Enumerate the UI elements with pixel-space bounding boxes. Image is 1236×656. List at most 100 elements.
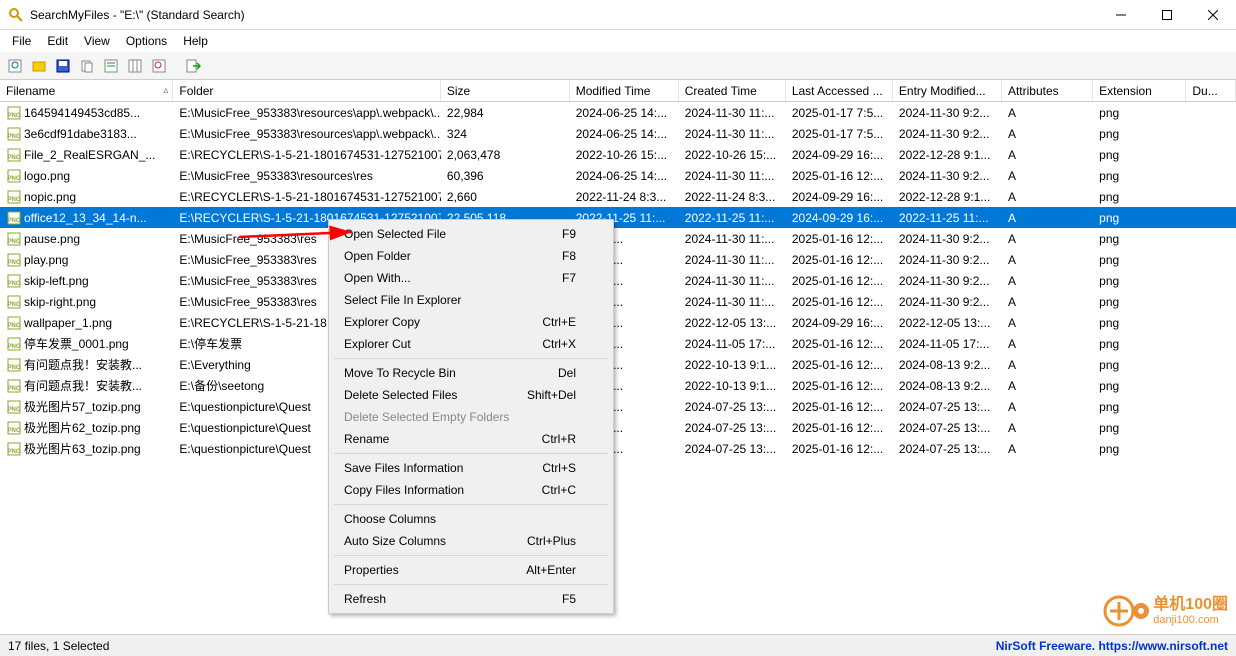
file-icon: PNG — [6, 357, 22, 373]
context-menu-item[interactable]: Open Selected FileF9 — [332, 223, 610, 245]
table-row[interactable]: PNGskip-right.pngE:\MusicFree_953383\res… — [0, 291, 1236, 312]
cell: A — [1002, 232, 1093, 246]
context-menu-item[interactable]: Save Files InformationCtrl+S — [332, 457, 610, 479]
file-icon: PNG — [6, 378, 22, 394]
properties-button[interactable] — [100, 55, 122, 77]
column-header[interactable]: Attributes — [1002, 80, 1093, 101]
menu-view[interactable]: View — [76, 32, 118, 50]
cell: png — [1093, 211, 1186, 225]
context-menu-item[interactable]: Choose Columns — [332, 508, 610, 530]
context-menu-item[interactable]: Open With...F7 — [332, 267, 610, 289]
table-row[interactable]: PNGnopic.pngE:\RECYCLER\S-1-5-21-1801674… — [0, 186, 1236, 207]
file-list[interactable]: PNG164594149453cd85...E:\MusicFree_95338… — [0, 102, 1236, 630]
context-menu-item[interactable]: Move To Recycle BinDel — [332, 362, 610, 384]
menu-item-label: Refresh — [344, 592, 386, 606]
svg-text:PNG: PNG — [7, 218, 20, 224]
column-header[interactable]: Du... — [1186, 80, 1236, 101]
svg-text:PNG: PNG — [7, 176, 20, 182]
cell: 2024-11-30 9:2... — [893, 106, 1002, 120]
menu-item-label: Delete Selected Empty Folders — [344, 410, 509, 424]
column-header[interactable]: Modified Time — [570, 80, 679, 101]
menu-file[interactable]: File — [4, 32, 39, 50]
columns-button[interactable] — [124, 55, 146, 77]
menu-separator — [334, 504, 608, 505]
table-row[interactable]: PNGskip-left.pngE:\MusicFree_953383\res-… — [0, 270, 1236, 291]
menu-help[interactable]: Help — [175, 32, 216, 50]
table-row[interactable]: PNGwallpaper_1.pngE:\RECYCLER\S-1-5-21-1… — [0, 312, 1236, 333]
cell: 2024-11-30 9:2... — [893, 274, 1002, 288]
cell: PNGskip-right.png — [0, 294, 173, 310]
cell: A — [1002, 358, 1093, 372]
cell: 2022-11-25 11:... — [893, 211, 1002, 225]
watermark-url: danji100.com — [1153, 614, 1228, 626]
column-header[interactable]: Folder — [173, 80, 440, 101]
cell: 2024-11-30 11:... — [679, 295, 786, 309]
maximize-button[interactable] — [1144, 0, 1190, 30]
table-row[interactable]: PNG极光图片62_tozip.pngE:\questionpicture\Qu… — [0, 417, 1236, 438]
cell: 2024-06-25 14:... — [570, 169, 679, 183]
context-menu-item[interactable]: Delete Selected FilesShift+Del — [332, 384, 610, 406]
table-row[interactable]: PNG极光图片63_tozip.pngE:\questionpicture\Qu… — [0, 438, 1236, 459]
menubar: File Edit View Options Help — [0, 30, 1236, 52]
cell: 2025-01-16 12:... — [786, 274, 893, 288]
column-headers: Filename▵FolderSizeModified TimeCreated … — [0, 80, 1236, 102]
minimize-button[interactable] — [1098, 0, 1144, 30]
context-menu-item[interactable]: Copy Files InformationCtrl+C — [332, 479, 610, 501]
context-menu-item[interactable]: Explorer CopyCtrl+E — [332, 311, 610, 333]
column-header[interactable]: Entry Modified... — [893, 80, 1002, 101]
context-menu: Open Selected FileF9Open FolderF8Open Wi… — [328, 219, 614, 614]
context-menu-item[interactable]: Open FolderF8 — [332, 245, 610, 267]
statusbar: 17 files, 1 Selected NirSoft Freeware. h… — [0, 634, 1236, 656]
search-params-button[interactable] — [4, 55, 26, 77]
svg-text:PNG: PNG — [7, 344, 20, 350]
svg-text:PNG: PNG — [7, 155, 20, 161]
column-header[interactable]: Size — [441, 80, 570, 101]
file-icon: PNG — [6, 189, 22, 205]
save-button[interactable] — [52, 55, 74, 77]
table-row[interactable]: PNG极光图片57_tozip.pngE:\questionpicture\Qu… — [0, 396, 1236, 417]
table-row[interactable]: PNGoffice12_13_34_14-n...E:\RECYCLER\S-1… — [0, 207, 1236, 228]
close-button[interactable] — [1190, 0, 1236, 30]
menu-item-shortcut: Shift+Del — [527, 388, 576, 402]
cell: 2024-07-25 13:... — [679, 421, 786, 435]
stop-button[interactable] — [28, 55, 50, 77]
table-row[interactable]: PNG3e6cdf91dabe3183...E:\MusicFree_95338… — [0, 123, 1236, 144]
cell: A — [1002, 253, 1093, 267]
find-button[interactable] — [148, 55, 170, 77]
cell: 2025-01-16 12:... — [786, 232, 893, 246]
table-row[interactable]: PNG有问题点我！安装教...E:\Everything-02 17:...20… — [0, 354, 1236, 375]
table-row[interactable]: PNGplay.pngE:\MusicFree_953383\res-25 14… — [0, 249, 1236, 270]
cell: 2022-10-26 15:... — [570, 148, 679, 162]
copy-button[interactable] — [76, 55, 98, 77]
file-icon: PNG — [6, 147, 22, 163]
table-row[interactable]: PNGpause.pngE:\MusicFree_953383\res-25 1… — [0, 228, 1236, 249]
cell: png — [1093, 190, 1186, 204]
cell: 2024-09-29 16:... — [786, 211, 893, 225]
table-row[interactable]: PNGlogo.pngE:\MusicFree_953383\resources… — [0, 165, 1236, 186]
menu-options[interactable]: Options — [118, 32, 175, 50]
menu-edit[interactable]: Edit — [39, 32, 76, 50]
table-row[interactable]: PNG164594149453cd85...E:\MusicFree_95338… — [0, 102, 1236, 123]
cell: PNGnopic.png — [0, 189, 173, 205]
column-header[interactable]: Last Accessed ... — [786, 80, 893, 101]
table-row[interactable]: PNGFile_2_RealESRGAN_...E:\RECYCLER\S-1-… — [0, 144, 1236, 165]
file-icon: PNG — [6, 294, 22, 310]
context-menu-item[interactable]: Auto Size ColumnsCtrl+Plus — [332, 530, 610, 552]
table-row[interactable]: PNG有问题点我！安装教...E:\备份\seetong-02 17:...20… — [0, 375, 1236, 396]
status-link[interactable]: NirSoft Freeware. https://www.nirsoft.ne… — [996, 639, 1228, 653]
exit-button[interactable] — [182, 55, 204, 77]
context-menu-item[interactable]: Explorer CutCtrl+X — [332, 333, 610, 355]
cell: 2024-11-05 17:... — [679, 337, 786, 351]
context-menu-item[interactable]: PropertiesAlt+Enter — [332, 559, 610, 581]
context-menu-item[interactable]: RefreshF5 — [332, 588, 610, 610]
column-header[interactable]: Created Time — [679, 80, 786, 101]
column-header[interactable]: Filename▵ — [0, 80, 173, 101]
context-menu-item[interactable]: Select File In Explorer — [332, 289, 610, 311]
context-menu-item[interactable]: RenameCtrl+R — [332, 428, 610, 450]
cell: png — [1093, 148, 1186, 162]
cell: 2024-11-30 11:... — [679, 106, 786, 120]
menu-item-shortcut: Ctrl+R — [542, 432, 576, 446]
table-row[interactable]: PNG停车发票_0001.pngE:\停车发票-05 17:...2024-11… — [0, 333, 1236, 354]
column-header[interactable]: Extension — [1093, 80, 1186, 101]
cell: 2022-12-28 9:1... — [893, 148, 1002, 162]
